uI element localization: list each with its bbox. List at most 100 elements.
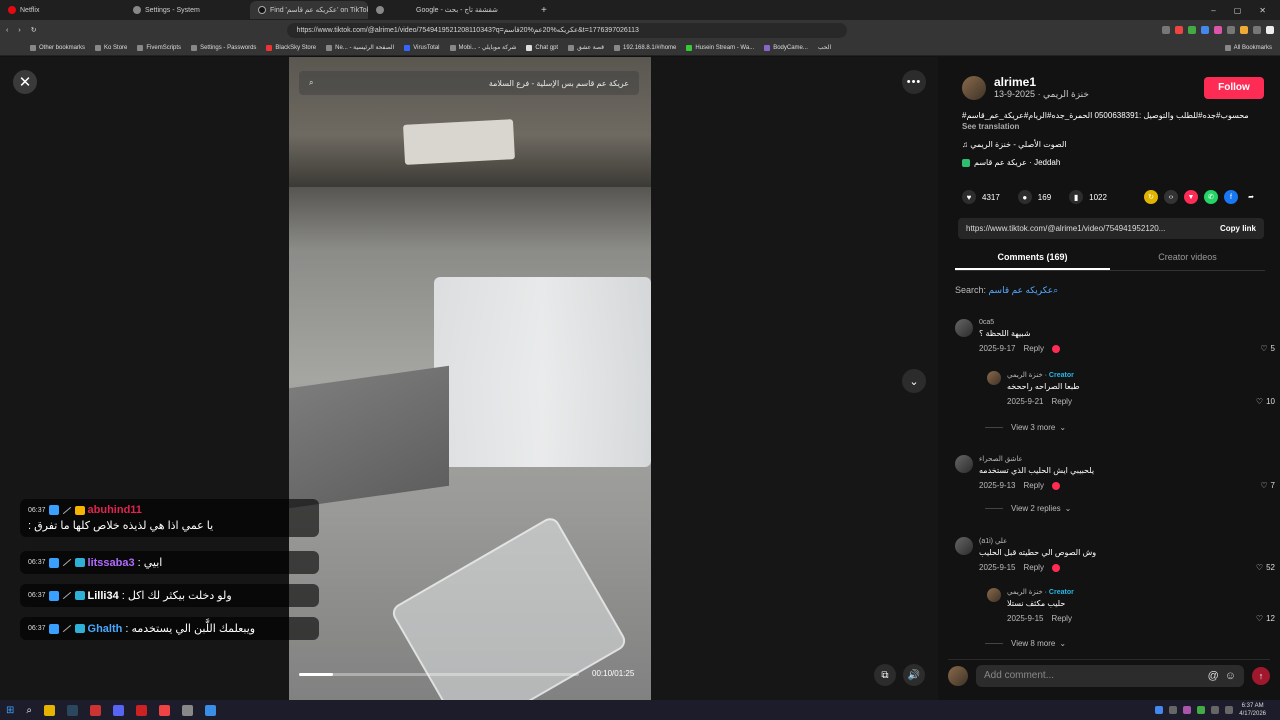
- bookmark[interactable]: Ko Store: [95, 44, 127, 51]
- steam-icon[interactable]: [67, 704, 78, 716]
- maximize-icon[interactable]: ▢: [1234, 6, 1242, 15]
- location-row[interactable]: عريكة عم قاسم · Jeddah: [962, 158, 1060, 167]
- all-bookmarks[interactable]: All Bookmarks: [1224, 44, 1280, 51]
- extension-icon[interactable]: [1175, 26, 1183, 34]
- next-video-button[interactable]: ⌄: [902, 369, 926, 393]
- video-progress-bar[interactable]: [299, 673, 579, 676]
- file-explorer-icon[interactable]: [44, 704, 55, 716]
- wifi-icon[interactable]: [1211, 706, 1220, 714]
- whatsapp-icon[interactable]: ✆: [1204, 190, 1218, 204]
- video-player[interactable]: ⌕ عريكة عم قاسم بس الإسلية - فرع السلامة…: [289, 57, 651, 700]
- mention-icon[interactable]: @: [1208, 670, 1219, 682]
- browser-tab-blank[interactable]: [368, 1, 408, 19]
- chat-username[interactable]: Lilli34: [88, 590, 119, 602]
- bookmark[interactable]: Ne... - الصفحة الرئيسية: [326, 44, 394, 51]
- windows-start-icon[interactable]: ⊞: [6, 705, 14, 716]
- bookmark[interactable]: Husein Stream - Wa...: [686, 44, 754, 51]
- reload-icon[interactable]: ↻: [31, 26, 37, 34]
- emoji-icon[interactable]: ☺: [1225, 670, 1236, 682]
- avatar[interactable]: [955, 537, 973, 555]
- comment-input[interactable]: Add comment... @ ☺: [976, 664, 1244, 687]
- browser-tab-tiktok[interactable]: Find 'عكريكه عم قاسم' on TikTok✕: [250, 1, 368, 19]
- author-name[interactable]: alrime1: [994, 75, 1089, 89]
- bookmark[interactable]: BodyCame...: [764, 44, 808, 51]
- extension-icon[interactable]: [1214, 26, 1222, 34]
- back-icon[interactable]: ‹: [6, 27, 8, 34]
- music-row[interactable]: ♫ الصوت الأصلي - خنزة الريمي: [962, 140, 1067, 149]
- comment-username[interactable]: عاشق الصحراء: [979, 455, 1275, 463]
- comment-like[interactable]: ♡ 7: [1260, 481, 1275, 490]
- chrome-icon[interactable]: [159, 704, 170, 716]
- profile-icon[interactable]: [1266, 26, 1274, 34]
- browser-tab-settings[interactable]: Settings - System: [125, 1, 250, 19]
- bookmark-icon[interactable]: ▮: [1069, 190, 1084, 204]
- avatar[interactable]: [962, 75, 986, 100]
- send-icon[interactable]: ▼: [1184, 190, 1198, 204]
- extension-icon[interactable]: [1253, 26, 1261, 34]
- tray-icon[interactable]: [1169, 706, 1178, 714]
- heart-icon[interactable]: ♥: [962, 190, 976, 204]
- tray-icon[interactable]: [1197, 706, 1206, 714]
- comment-username[interactable]: خنزة الريمي: [1007, 589, 1043, 596]
- extension-icon[interactable]: [1188, 26, 1196, 34]
- comment-like[interactable]: ♡ 12: [1256, 614, 1275, 623]
- video-link[interactable]: https://www.tiktok.com/@alrime1/video/75…: [966, 224, 1165, 233]
- bookmark[interactable]: Chat gpt: [526, 44, 558, 51]
- minimize-icon[interactable]: –: [1211, 6, 1215, 15]
- tab-comments[interactable]: Comments (169): [955, 246, 1110, 270]
- extension-icon[interactable]: [1162, 26, 1170, 34]
- tray-icon[interactable]: [1183, 706, 1192, 714]
- chat-username[interactable]: Ghalth: [88, 623, 123, 635]
- video-search-overlay[interactable]: ⌕ عريكة عم قاسم بس الإسلية - فرع السلامة: [299, 71, 639, 95]
- settings-icon[interactable]: [182, 704, 193, 716]
- chat-username[interactable]: litssaba3: [88, 557, 135, 569]
- bookmark[interactable]: Other bookmarks: [30, 44, 85, 51]
- extension-icon[interactable]: [1227, 26, 1235, 34]
- share-icon[interactable]: ➦: [1244, 190, 1258, 204]
- comment-like[interactable]: ♡ 52: [1256, 563, 1275, 572]
- volume-button[interactable]: 🔊: [903, 664, 925, 686]
- view-more-replies[interactable]: View 8 more ⌄: [985, 639, 1066, 648]
- avatar[interactable]: [987, 588, 1001, 602]
- app-icon[interactable]: [205, 704, 216, 716]
- close-video-button[interactable]: ✕: [13, 70, 37, 94]
- follow-button[interactable]: Follow: [1204, 76, 1264, 99]
- comment-username[interactable]: (a1i) علي: [979, 537, 1275, 545]
- url-field[interactable]: https://www.tiktok.com/@alrime1/video/75…: [286, 22, 847, 38]
- facebook-icon[interactable]: f: [1224, 190, 1238, 204]
- bookmark[interactable]: VirusTotal: [404, 44, 440, 51]
- discord-icon[interactable]: [113, 704, 124, 716]
- comment-like[interactable]: ♡ 10: [1256, 397, 1275, 406]
- search-query-link[interactable]: عكريكه عم قاسم: [989, 285, 1054, 295]
- comment-like[interactable]: ♡ 5: [1260, 344, 1275, 353]
- post-comment-button[interactable]: ↑: [1252, 666, 1270, 685]
- view-more-replies[interactable]: View 3 more ⌄: [985, 423, 1066, 432]
- more-options-button[interactable]: •••: [902, 70, 926, 94]
- picture-in-picture-button[interactable]: ⧉: [874, 664, 896, 686]
- see-translation-link[interactable]: See translation: [962, 121, 1264, 132]
- avatar[interactable]: [955, 455, 973, 473]
- bookmark[interactable]: Mobi... - شركة موبايلي: [449, 44, 516, 51]
- close-window-icon[interactable]: ✕: [1259, 6, 1266, 15]
- extension-icon[interactable]: [1240, 26, 1248, 34]
- browser-tab-netflix[interactable]: Netflix: [0, 1, 125, 19]
- bookmark[interactable]: BlackSky Store: [266, 44, 316, 51]
- bookmark[interactable]: الحب: [818, 44, 831, 51]
- reply-button[interactable]: Reply: [1023, 481, 1043, 490]
- copy-link-button[interactable]: Copy link: [1220, 224, 1256, 233]
- embed-icon[interactable]: ‹›: [1164, 190, 1178, 204]
- repost-icon[interactable]: ↻: [1144, 190, 1158, 204]
- new-tab-button[interactable]: +: [533, 5, 555, 16]
- app-icon[interactable]: [136, 704, 147, 716]
- extension-icon[interactable]: [1201, 26, 1209, 34]
- chat-username[interactable]: abuhind11: [88, 504, 142, 516]
- bookmark[interactable]: قصة عشق: [568, 44, 604, 51]
- bookmark[interactable]: 192.168.8.1/#/home: [614, 44, 676, 51]
- reply-button[interactable]: Reply: [1051, 397, 1071, 406]
- view-more-replies[interactable]: View 2 replies ⌄: [985, 504, 1071, 513]
- comment-username[interactable]: 0ca5: [979, 319, 1275, 326]
- clock[interactable]: 6:37 AM 4/17/2026: [1239, 702, 1266, 718]
- comment-icon[interactable]: ●: [1017, 190, 1032, 204]
- tab-creator-videos[interactable]: Creator videos: [1110, 246, 1265, 270]
- comment-username[interactable]: خنزة الريمي: [1007, 372, 1043, 379]
